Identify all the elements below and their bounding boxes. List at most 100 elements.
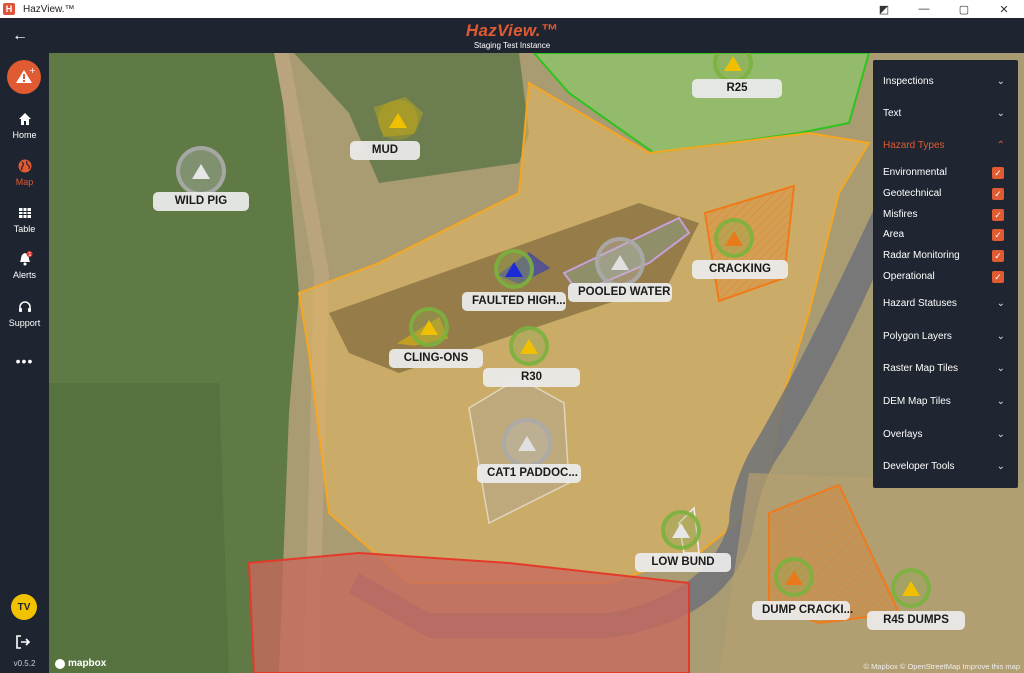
map-label-cling-ons[interactable]: CLING-ONS [389,349,483,368]
brand-name: HazView.™ [465,21,559,40]
geotechnical-checkbox[interactable]: ✓ [992,188,1004,200]
map-label-low-bund[interactable]: LOW BUND [635,553,731,572]
table-icon [18,208,31,218]
chevron-down-icon: ⌄ [996,461,1005,472]
sidebar-item-label: Home [12,130,37,140]
sidebar-item-label: Table [13,224,36,234]
hazard-type-misfires: Misfires ✓ [873,206,1018,224]
chevron-down-icon: ⌄ [996,363,1005,374]
window-controls: ◩ — ▢ ✕ [864,0,1024,18]
section-hazard-types[interactable]: Hazard Types ⌃ [873,136,1018,156]
section-dem-map-tiles[interactable]: DEM Map Tiles ⌄ [873,392,1018,412]
chevron-down-icon: ⌄ [996,298,1005,309]
hazard-add-icon: + [16,66,35,83]
map-label-faulted-high[interactable]: FAULTED HIGH... [462,292,566,311]
section-text[interactable]: Text ⌄ [873,104,1018,124]
window-title: HazView.™ [23,3,75,15]
map-label-mud[interactable]: MUD [350,141,420,160]
section-inspections[interactable]: Inspections ⌄ [873,72,1018,92]
sidebar-item-support[interactable]: Support [0,299,49,328]
section-label: Raster Map Tiles [883,363,959,374]
map-label-pooled-water[interactable]: POOLED WATER [568,283,672,302]
close-button[interactable]: ✕ [984,0,1024,18]
chevron-down-icon: ⌄ [996,429,1005,440]
r30-hazard-marker[interactable] [509,326,549,366]
sidebar-item-label: Alerts [12,270,36,280]
section-label: Text [883,108,902,119]
cracking-hazard-marker[interactable] [714,218,754,258]
section-raster-map-tiles[interactable]: Raster Map Tiles ⌄ [873,359,1018,379]
bell-icon: 1 [19,251,32,266]
mapbox-logo-icon [55,658,65,669]
radar-monitoring-checkbox[interactable]: ✓ [992,250,1004,262]
app-logo-icon: H [3,3,15,15]
misfires-checkbox[interactable]: ✓ [992,209,1004,221]
section-label: Overlays [883,429,923,440]
sidebar-item-alerts[interactable]: 1 Alerts [0,251,49,280]
sidebar-item-home[interactable]: Home [0,111,49,140]
sidebar-item-label: Map [15,177,34,187]
section-label: Polygon Layers [883,331,952,342]
hazard-type-environmental: Environmental ✓ [873,164,1018,182]
hazard-type-area: Area ✓ [873,226,1018,244]
hazard-type-label: Geotechnical [883,188,942,199]
map-label-r45-dumps[interactable]: R45 DUMPS [867,611,965,630]
map-label-cat1-paddock[interactable]: CAT1 PADDOC... [477,464,581,483]
globe-icon [18,159,31,173]
sidebar-item-table[interactable]: Table [0,205,49,234]
map-attribution[interactable]: © Mapbox © OpenStreetMap Improve this ma… [863,662,1020,671]
map-label-r30[interactable]: R30 [483,368,580,387]
section-hazard-statuses[interactable]: Hazard Statuses ⌄ [873,294,1018,314]
map-label-wild-pig[interactable]: WILD PIG [153,192,249,211]
section-label: Developer Tools [883,461,955,472]
brand: HazView.™ Staging Test Instance [0,21,1024,50]
section-overlays[interactable]: Overlays ⌄ [873,425,1018,445]
snap-layout-button[interactable]: ◩ [864,0,904,18]
more-menu-button[interactable]: ••• [0,353,49,369]
section-label: DEM Map Tiles [883,396,951,407]
pooled-water-hazard-marker[interactable] [595,237,645,287]
hazard-type-label: Misfires [883,209,918,220]
area-checkbox[interactable]: ✓ [992,229,1004,241]
hazard-type-geotechnical: Geotechnical ✓ [873,185,1018,203]
section-polygon-layers[interactable]: Polygon Layers ⌄ [873,327,1018,347]
home-icon [18,113,31,125]
app-version: v0.5.2 [13,659,36,668]
chevron-up-icon: ⌃ [996,140,1005,151]
logout-icon[interactable] [14,633,32,651]
maximize-button[interactable]: ▢ [944,0,984,18]
section-label: Hazard Types [883,140,945,151]
minimize-button[interactable]: — [904,0,944,18]
environmental-checkbox[interactable]: ✓ [992,167,1004,179]
low-bund-hazard-marker[interactable] [661,510,701,550]
hazard-type-label: Environmental [883,167,947,178]
operational-checkbox[interactable]: ✓ [992,271,1004,283]
faulted-highwall-hazard-marker[interactable] [494,249,534,289]
cat1-paddock-hazard-marker[interactable] [502,418,552,468]
map-label-r25[interactable]: R25 [692,79,782,98]
sidebar-item-label: Support [8,318,41,328]
section-developer-tools[interactable]: Developer Tools ⌄ [873,457,1018,477]
mud-hazard-marker[interactable] [378,100,418,140]
report-hazard-button[interactable]: + [7,60,41,94]
map-label-dump-cracking[interactable]: DUMP CRACKI... [752,601,853,620]
avatar[interactable]: TV [11,594,37,620]
cling-ons-hazard-marker[interactable] [409,307,449,347]
mapbox-logo[interactable]: mapbox [55,658,106,669]
dump-cracking-hazard-marker[interactable] [774,557,814,597]
section-label: Hazard Statuses [883,298,957,309]
hazard-type-label: Area [883,229,905,240]
mapbox-wordmark: mapbox [68,658,107,669]
app-header: ← HazView.™ Staging Test Instance [0,18,1024,53]
svg-text:+: + [29,66,35,75]
chevron-down-icon: ⌄ [996,76,1005,87]
sidebar: + Home Map Table 1 Alerts Support ••• TV… [0,53,49,673]
hazard-type-operational: Operational ✓ [873,268,1018,286]
chevron-down-icon: ⌄ [996,331,1005,342]
window-titlebar: H HazView.™ ◩ — ▢ ✕ [0,0,1024,18]
wild-pig-hazard-marker[interactable] [176,146,226,196]
r45-dumps-hazard-marker[interactable] [891,568,931,608]
sidebar-item-map[interactable]: Map [0,158,49,187]
instance-subtitle: Staging Test Instance [473,41,551,50]
map-label-cracking[interactable]: CRACKING [692,260,788,279]
